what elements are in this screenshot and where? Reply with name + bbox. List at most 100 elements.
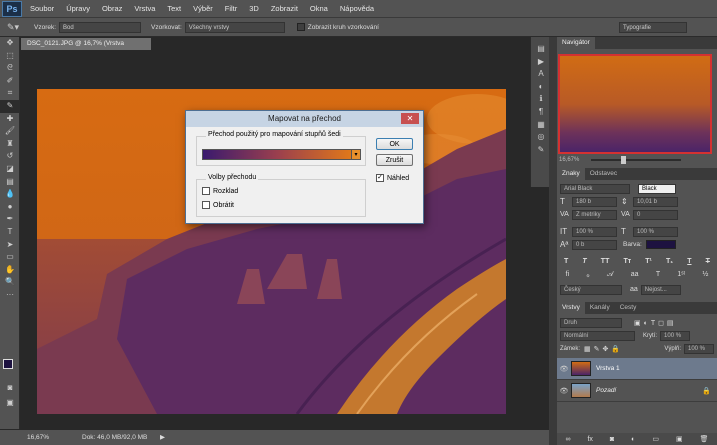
zoom-tool-icon[interactable]: 🔍 [0, 276, 20, 289]
menu-filtr[interactable]: Filtr [219, 0, 244, 18]
move-tool-icon[interactable]: ✥ [0, 37, 20, 50]
faux-italic-button[interactable]: T [582, 258, 586, 265]
delete-layer-icon[interactable]: 🗑 [700, 435, 709, 443]
brushes-panel-icon[interactable]: ✎ [531, 144, 551, 157]
stylistic-alternates-button[interactable]: aa [631, 271, 639, 278]
kerning-input[interactable]: Z metriky [572, 209, 617, 220]
horizontal-scale-input[interactable]: 100 % [633, 226, 678, 237]
tab-cesty[interactable]: Cesty [615, 302, 642, 314]
menu-soubor[interactable]: Soubor [24, 0, 60, 18]
quick-mask-icon[interactable]: ◙ [0, 382, 20, 395]
layer-filter-select[interactable]: Druh [560, 317, 622, 328]
zoom-slider[interactable] [591, 156, 682, 164]
pen-tool-icon[interactable]: ✒ [0, 213, 20, 226]
close-icon[interactable]: ✕ [401, 113, 419, 124]
layer-style-icon[interactable]: fx [587, 436, 592, 443]
subscript-button[interactable]: T₁ [666, 258, 673, 265]
menu-text[interactable]: Text [161, 0, 187, 18]
layer-visibility-eye-icon[interactable]: 👁 [557, 387, 571, 395]
shape-tool-icon[interactable]: ▭ [0, 251, 20, 264]
titling-button[interactable]: T [656, 271, 660, 278]
fractions-button[interactable]: ½ [702, 271, 708, 278]
adjust-panel-icon[interactable]: ◐ [531, 81, 551, 94]
healing-brush-tool-icon[interactable]: ✚ [0, 113, 20, 126]
blur-tool-icon[interactable]: 💧 [0, 188, 20, 201]
more-tools-icon[interactable]: ··· [0, 289, 20, 302]
underline-button[interactable]: T [687, 258, 691, 265]
faux-bold-button[interactable]: T [564, 258, 568, 265]
leading-input[interactable]: 10,01 b [633, 196, 678, 207]
document-tab[interactable]: DSC_0121.JPG @ 16,7% (Vrstva 1,RGB/8) * [21, 38, 151, 59]
history-panel-icon[interactable]: ▤ [531, 43, 551, 56]
brush-tool-icon[interactable]: 🖌 [0, 125, 20, 138]
sample-layers-select[interactable]: Všechny vrstvy [184, 21, 285, 33]
fill-input[interactable]: 100 % [684, 343, 714, 354]
reverse-checkbox[interactable] [202, 201, 210, 209]
document-info[interactable]: Dok: 46,0 MB/92,0 MB [82, 430, 147, 445]
status-menu-arrow-icon[interactable]: ▶ [160, 430, 165, 445]
lock-icons[interactable]: ▦✎✥🔒 [584, 345, 623, 353]
screen-mode-icon[interactable]: ▣ [0, 397, 20, 410]
layer-row-pozadi[interactable]: 👁 Pozadí 🔒 [557, 380, 717, 402]
discretionary-ligatures-button[interactable]: ℴ [586, 271, 589, 279]
dither-checkbox[interactable] [202, 187, 210, 195]
adjustment-layer-icon[interactable]: ◐ [631, 436, 635, 443]
tab-vrstvy[interactable]: Vrstvy [557, 302, 585, 314]
strikethrough-button[interactable]: T [706, 258, 710, 265]
tab-odstavec[interactable]: Odstavec [585, 168, 622, 180]
cancel-button[interactable]: Zrušit [376, 154, 413, 166]
blend-mode-select[interactable]: Normální [560, 330, 635, 341]
layer-name[interactable]: Pozadí [596, 387, 616, 394]
layer-name[interactable]: Vrstva 1 [596, 365, 620, 372]
ok-button[interactable]: OK [376, 138, 413, 150]
dither-option[interactable]: Rozklad [202, 187, 238, 195]
link-layers-icon[interactable]: ∞ [565, 436, 570, 443]
superscript-button[interactable]: T¹ [645, 258, 652, 265]
tab-znaky[interactable]: Znaky [557, 168, 585, 180]
swatches-panel-icon[interactable]: ▦ [531, 119, 551, 132]
layer-row-vrstva-1[interactable]: 👁 Vrstva 1 [557, 358, 717, 380]
menu-zobrazit[interactable]: Zobrazit [265, 0, 304, 18]
add-mask-icon[interactable]: ◙ [610, 436, 614, 443]
all-caps-button[interactable]: TT [601, 258, 610, 265]
actions-panel-icon[interactable]: ▶ [531, 56, 551, 69]
eyedropper-tool-icon[interactable]: ✎ [0, 99, 20, 113]
menu-3d[interactable]: 3D [243, 0, 265, 18]
tracking-input[interactable]: 0 [633, 209, 678, 220]
font-style-select[interactable]: Black [638, 183, 676, 194]
reverse-option[interactable]: Obrátit [202, 201, 234, 209]
navigator-zoom[interactable]: 16,67% [559, 157, 579, 163]
layer-filter-icons[interactable]: ▣◐T◻▤ [634, 319, 677, 327]
eyedropper-preset-icon[interactable]: ✎▾ [0, 22, 26, 33]
glyphs-panel-icon[interactable]: ¶ [531, 106, 551, 119]
antialias-select[interactable]: Nejost... [640, 284, 681, 295]
opacity-input[interactable]: 100 % [660, 330, 691, 341]
layer-visibility-eye-icon[interactable]: 👁 [557, 365, 571, 373]
menu-vyber[interactable]: Výběr [187, 0, 219, 18]
baseline-shift-input[interactable]: 0 b [572, 239, 617, 250]
sample-select[interactable]: Bod [59, 21, 142, 33]
dodge-tool-icon[interactable]: ● [0, 201, 20, 214]
sampling-ring-checkbox[interactable] [296, 23, 305, 31]
zoom-level[interactable]: 16,67% [27, 430, 49, 445]
new-layer-icon[interactable]: ▣ [676, 435, 683, 443]
gradient-tool-icon[interactable]: ▤ [0, 176, 20, 189]
lasso-tool-icon[interactable]: ᘓ [0, 62, 20, 75]
type-tool-icon[interactable]: T [0, 226, 20, 239]
quick-select-tool-icon[interactable]: ✐ [0, 75, 20, 88]
font-size-input[interactable]: 180 b [572, 196, 617, 207]
vertical-scale-input[interactable]: 100 % [572, 226, 617, 237]
crop-tool-icon[interactable]: ⌗ [0, 87, 20, 100]
menu-vrstva[interactable]: Vrstva [128, 0, 161, 18]
preview-option[interactable]: ✓ Náhled [376, 174, 409, 182]
dialog-titlebar[interactable]: Mapovat na přechod ✕ [186, 111, 423, 127]
ligatures-button[interactable]: fi [566, 271, 570, 278]
foreground-color-swatch[interactable] [3, 359, 13, 369]
eraser-tool-icon[interactable]: ◪ [0, 163, 20, 176]
menu-upravy[interactable]: Úpravy [60, 0, 96, 18]
text-color-swatch[interactable] [645, 240, 676, 249]
workspace-select[interactable]: Typografie [619, 21, 687, 33]
hand-tool-icon[interactable]: ✋ [0, 264, 20, 277]
menu-obraz[interactable]: Obraz [96, 0, 128, 18]
gradient-dropdown-button[interactable]: ▾ [351, 149, 361, 160]
